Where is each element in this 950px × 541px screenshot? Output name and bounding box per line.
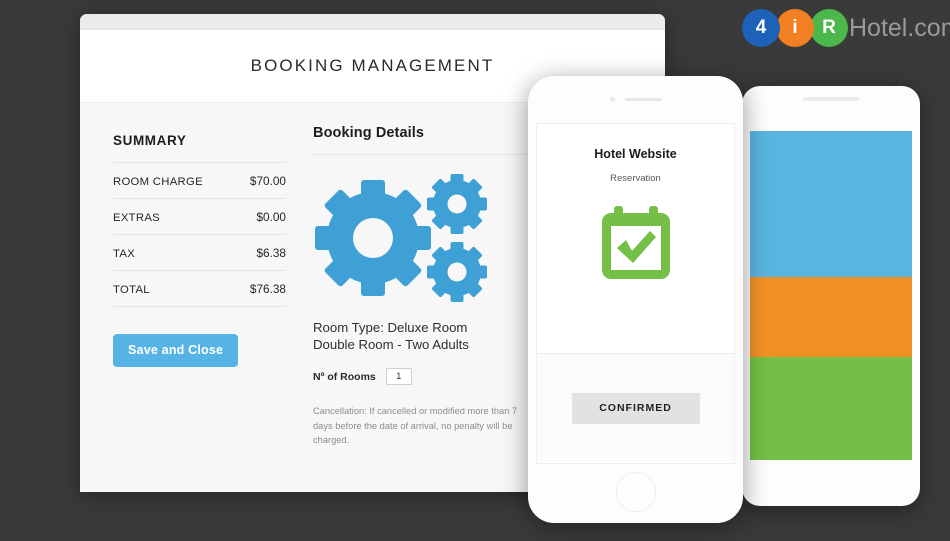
screenshot-canvas: 4 i R Hotel.com BOOKING MANAGEMENT SUMM: [0, 0, 950, 541]
phone-device: Hotel Website Reservation CONFIRMED: [528, 76, 743, 523]
logo-letter-r: R: [822, 17, 836, 38]
logo-wordmark: Hotel.com: [849, 13, 950, 42]
summary-heading: SUMMARY: [113, 133, 286, 163]
tablet-blue-band: [750, 131, 912, 277]
phone-camera-icon: [609, 97, 615, 102]
tablet-green-band: [750, 357, 912, 460]
summary-value: $70.00: [249, 174, 286, 188]
browser-chrome-bar: [80, 14, 665, 30]
reservation-card: Hotel Website Reservation: [537, 124, 734, 354]
summary-label: TOTAL: [113, 284, 150, 296]
tablet-speaker-icon: [803, 97, 859, 101]
logo-circle-r: R: [810, 9, 848, 47]
summary-row-extras: EXTRAS $0.00: [113, 199, 286, 235]
cancellation-policy-text: Cancellation: If cancelled or modified m…: [313, 406, 518, 445]
brand-logo[interactable]: 4 i R Hotel.com: [742, 8, 950, 48]
summary-label: TAX: [113, 248, 136, 260]
hotel-website-title: Hotel Website: [594, 147, 677, 161]
summary-row-tax: TAX $6.38: [113, 235, 286, 271]
save-and-close-button[interactable]: Save and Close: [113, 334, 239, 367]
number-of-rooms-label: Nº of Rooms: [313, 370, 376, 383]
phone-top-bezel: [528, 76, 743, 123]
summary-row-room-charge: ROOM CHARGE $70.00: [113, 163, 286, 199]
logo-circle-i: i: [776, 9, 814, 47]
phone-lower-area: CONFIRMED: [537, 354, 734, 462]
gears-icon: [315, 173, 487, 302]
summary-row-total: TOTAL $76.38: [113, 271, 286, 307]
calendar-check-icon: [601, 206, 670, 279]
summary-label: EXTRAS: [113, 212, 160, 224]
number-of-rooms-input[interactable]: [385, 368, 412, 385]
tablet-screen: [750, 131, 912, 460]
tablet-top-bezel: [742, 86, 920, 112]
logo-letter-4: 4: [755, 17, 767, 38]
phone-home-button[interactable]: [615, 472, 656, 512]
page-title: BOOKING MANAGEMENT: [250, 56, 495, 75]
summary-value: $6.38: [256, 246, 286, 260]
reservation-subtitle: Reservation: [610, 173, 661, 184]
status-icon-wrap: [537, 203, 734, 283]
confirmed-button[interactable]: CONFIRMED: [571, 392, 700, 424]
summary-value: $76.38: [249, 282, 286, 296]
summary-label: ROOM CHARGE: [113, 176, 203, 188]
phone-screen: Hotel Website Reservation CONFIRMED: [536, 123, 735, 464]
summary-value: $0.00: [256, 210, 286, 224]
tablet-orange-band: [750, 277, 912, 357]
logo-letter-i: i: [792, 17, 798, 38]
logo-circle-4: 4: [742, 9, 780, 47]
summary-panel: SUMMARY ROOM CHARGE $70.00 EXTRAS $0.00 …: [80, 103, 288, 492]
tablet-device: [742, 86, 920, 506]
phone-speaker-icon: [624, 98, 662, 101]
